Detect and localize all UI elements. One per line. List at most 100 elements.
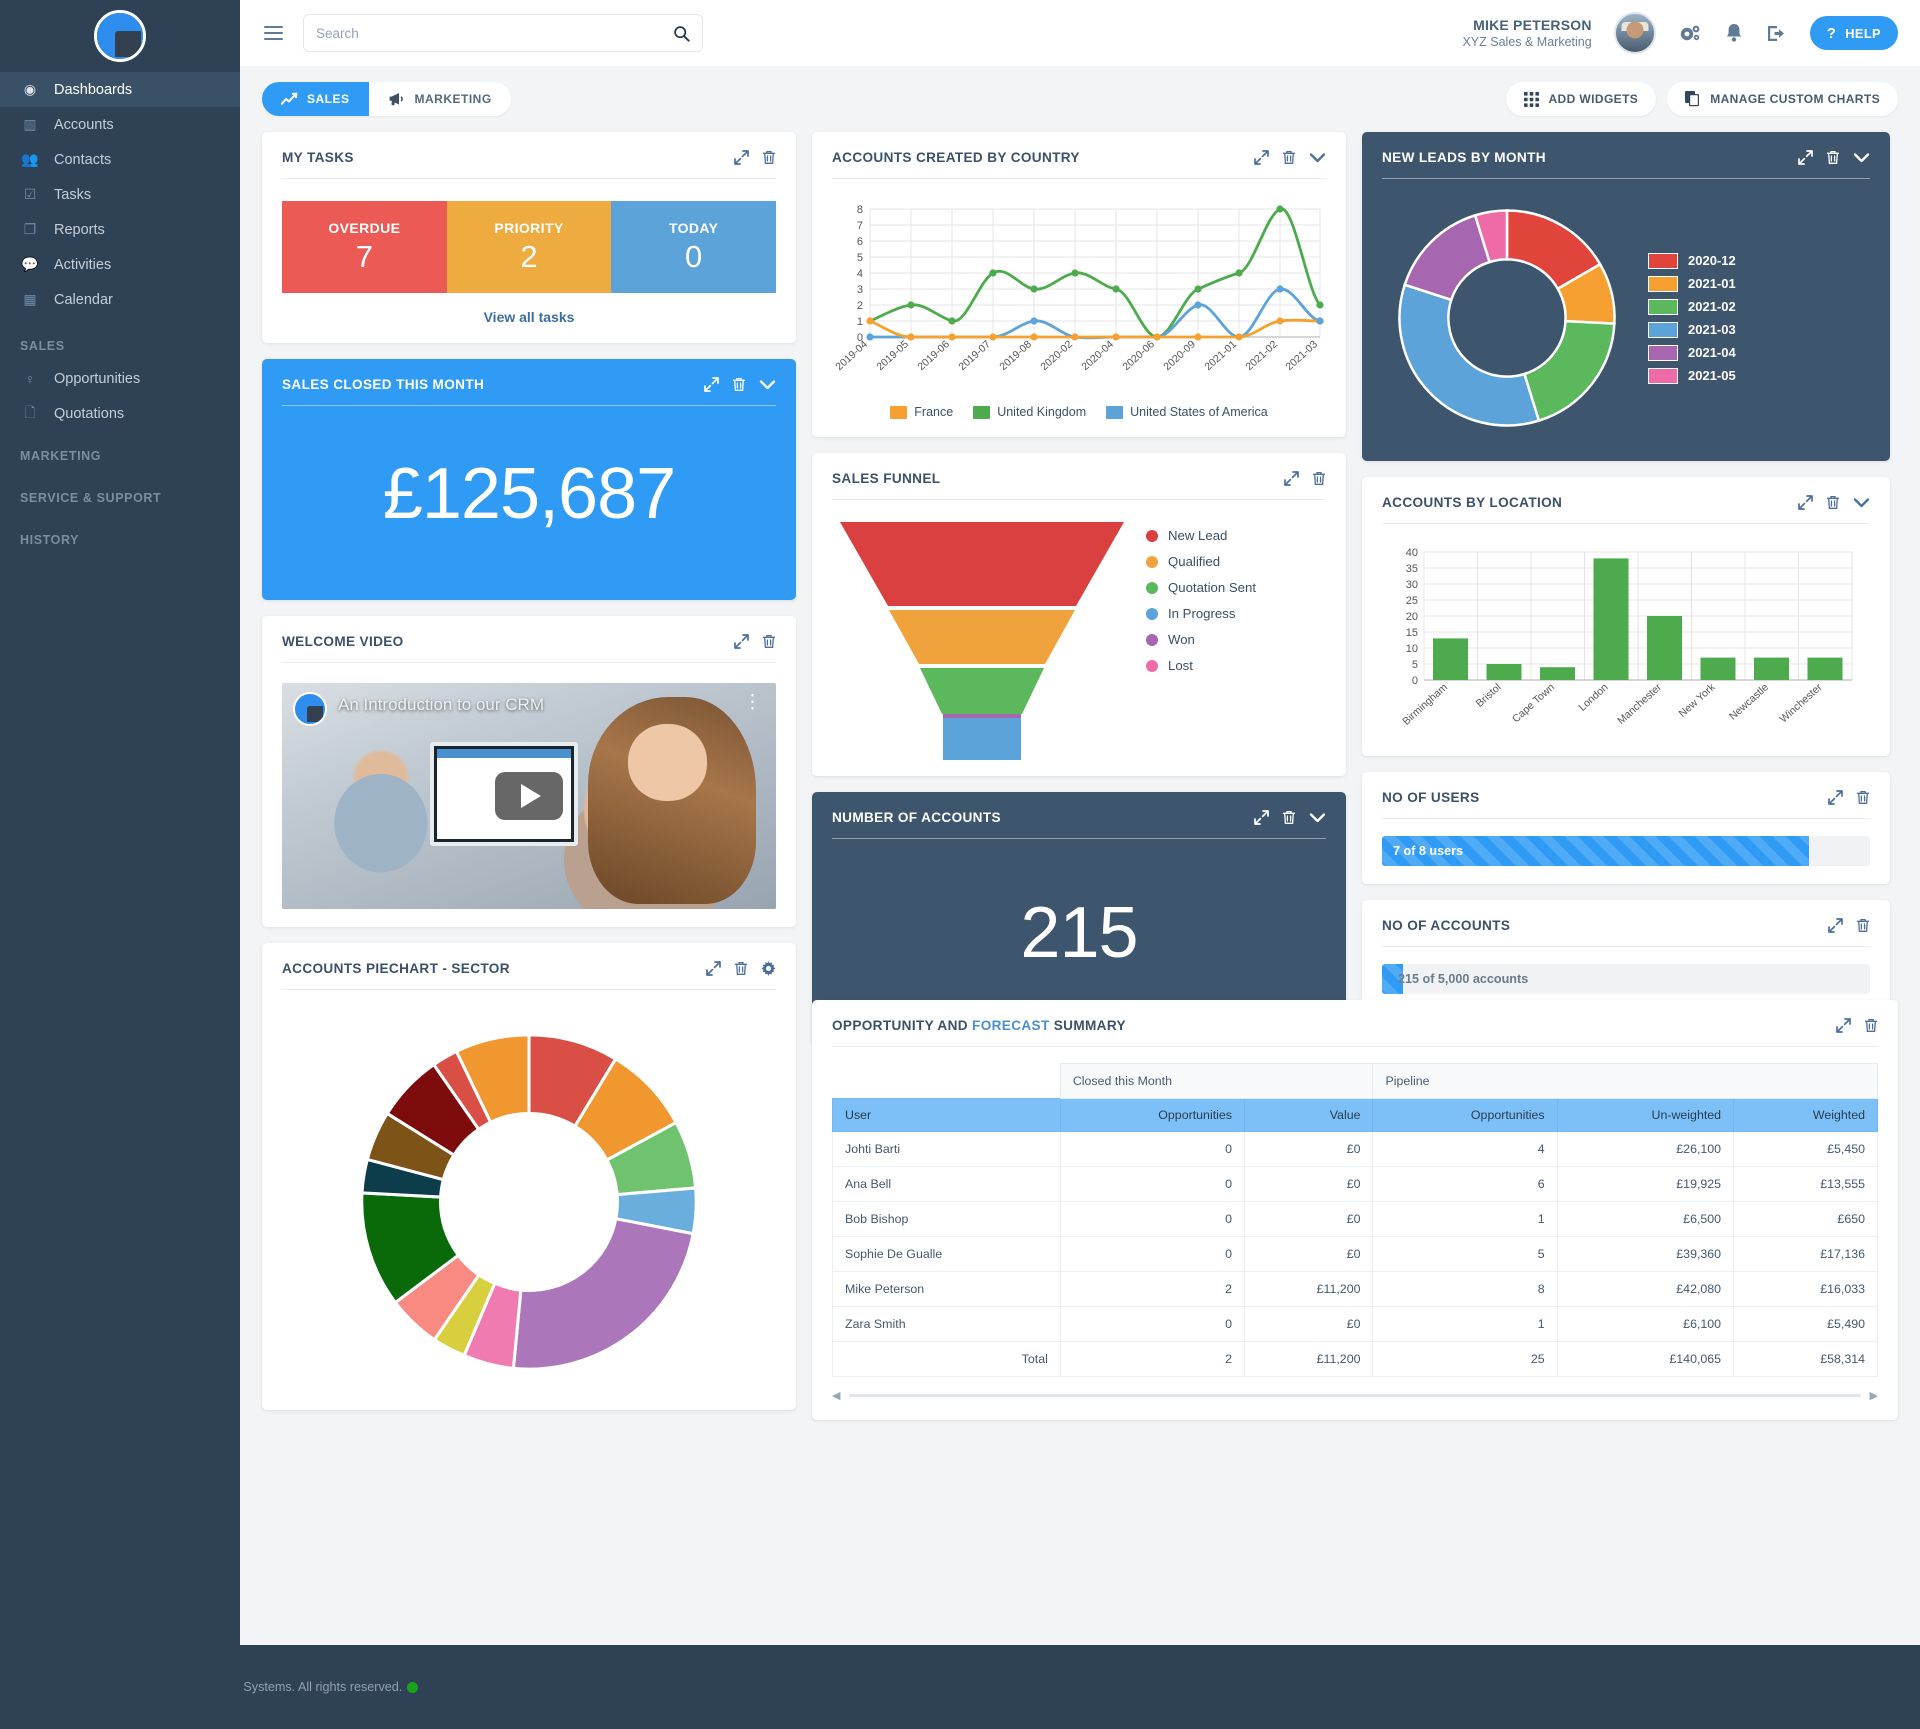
sidebar-item-calendar[interactable]: ▦ Calendar: [0, 282, 240, 317]
expand-icon[interactable]: [1254, 150, 1269, 165]
expand-icon[interactable]: [1828, 918, 1843, 933]
tab-marketing[interactable]: MARKETING: [369, 82, 511, 116]
hamburger-menu-icon[interactable]: [258, 22, 289, 45]
expand-icon[interactable]: [1254, 810, 1269, 825]
delete-icon[interactable]: [1856, 790, 1870, 805]
column-header-pipeline-opportunities[interactable]: Opportunities: [1372, 1098, 1558, 1132]
task-box-overdue[interactable]: OVERDUE 7: [282, 201, 447, 293]
delete-icon[interactable]: [1826, 150, 1840, 165]
search-box[interactable]: [303, 14, 703, 52]
table-horizontal-scrollbar[interactable]: ◀ ▶: [832, 1389, 1878, 1402]
expand-icon[interactable]: [1798, 150, 1813, 165]
legend-item[interactable]: Won: [1146, 632, 1256, 647]
task-box-priority[interactable]: PRIORITY 2: [446, 201, 612, 293]
video-menu-icon[interactable]: ⋮: [743, 693, 762, 712]
delete-icon[interactable]: [1864, 1018, 1878, 1033]
column-header-weighted[interactable]: Weighted: [1733, 1098, 1878, 1132]
gear-icon[interactable]: [1678, 22, 1702, 45]
table-row[interactable]: Mike Peterson 2 £11,200 8 £42,080 £16,03…: [832, 1271, 1878, 1307]
legend-item[interactable]: 2021-02: [1648, 298, 1736, 315]
legend-item[interactable]: Lost: [1146, 658, 1256, 673]
table-row[interactable]: Zara Smith 0 £0 1 £6,100 £5,490: [832, 1306, 1878, 1342]
table-row[interactable]: Ana Bell 0 £0 6 £19,925 £13,555: [832, 1166, 1878, 1202]
avatar[interactable]: [1613, 12, 1656, 54]
delete-icon[interactable]: [762, 634, 776, 649]
delete-icon[interactable]: [1282, 150, 1296, 165]
chevron-down-icon[interactable]: [1309, 812, 1326, 824]
manage-custom-charts-button[interactable]: MANAGE CUSTOM CHARTS: [1667, 82, 1898, 116]
column-header-unweighted[interactable]: Un-weighted: [1556, 1098, 1735, 1132]
delete-icon[interactable]: [732, 377, 746, 392]
expand-icon[interactable]: [1798, 495, 1813, 510]
chevron-down-icon[interactable]: [1853, 497, 1870, 509]
search-icon[interactable]: [673, 25, 690, 42]
table-row[interactable]: Sophie De Gualle 0 £0 5 £39,360 £17,136: [832, 1236, 1878, 1272]
search-input[interactable]: [316, 25, 673, 41]
chevron-down-icon[interactable]: [759, 379, 776, 391]
column-header-closed-opportunities[interactable]: Opportunities: [1059, 1098, 1245, 1132]
view-all-tasks-link[interactable]: View all tasks: [282, 309, 776, 325]
sidebar-item-contacts[interactable]: 👥 Contacts: [0, 142, 240, 177]
legend-item[interactable]: 2021-01: [1648, 275, 1736, 292]
sidebar-item-dashboards[interactable]: ◉ Dashboards: [0, 72, 240, 107]
table-row[interactable]: Bob Bishop 0 £0 1 £6,500 £650: [832, 1201, 1878, 1237]
logout-icon[interactable]: [1766, 23, 1788, 44]
expand-icon[interactable]: [706, 961, 721, 976]
settings-gear-icon[interactable]: [761, 961, 776, 976]
legend-item[interactable]: In Progress: [1146, 606, 1256, 621]
video-player[interactable]: An Introduction to our CRM ⋮: [282, 683, 776, 909]
column-header-value[interactable]: Value: [1243, 1098, 1374, 1132]
legend-item[interactable]: 2021-04: [1648, 344, 1736, 361]
legend-item[interactable]: Qualified: [1146, 554, 1256, 569]
logo-container[interactable]: [0, 0, 240, 72]
sidebar-item-activities[interactable]: 💬 Activities: [0, 247, 240, 282]
scrollbar-track[interactable]: [849, 1394, 1861, 1397]
legend-item[interactable]: 2020-12: [1648, 252, 1736, 269]
chevron-down-icon[interactable]: [1309, 152, 1326, 164]
sidebar-item-tasks[interactable]: ☑ Tasks: [0, 177, 240, 212]
widget-new-leads-by-month: NEW LEADS BY MONTH 2020-12 2021-01 2021-…: [1362, 132, 1890, 461]
delete-icon[interactable]: [734, 961, 748, 976]
task-box-today[interactable]: TODAY 0: [611, 201, 777, 293]
sidebar-item-accounts[interactable]: ▥ Accounts: [0, 107, 240, 142]
table-row[interactable]: Johti Barti 0 £0 4 £26,100 £5,450: [832, 1131, 1878, 1167]
expand-icon[interactable]: [704, 377, 719, 392]
sidebar-section-history[interactable]: HISTORY: [0, 515, 240, 557]
expand-icon[interactable]: [734, 150, 749, 165]
delete-icon[interactable]: [1312, 471, 1326, 486]
expand-icon[interactable]: [734, 634, 749, 649]
delete-icon[interactable]: [1282, 810, 1296, 825]
scroll-left-icon[interactable]: ◀: [832, 1389, 840, 1402]
column-header-user[interactable]: User: [832, 1098, 1061, 1132]
expand-icon[interactable]: [1284, 471, 1299, 486]
legend-item[interactable]: 2021-03: [1648, 321, 1736, 338]
legend-item[interactable]: Quotation Sent: [1146, 580, 1256, 595]
help-label: HELP: [1845, 25, 1881, 41]
help-button[interactable]: ? HELP: [1809, 16, 1898, 50]
scroll-right-icon[interactable]: ▶: [1870, 1389, 1878, 1402]
add-widgets-button[interactable]: ADD WIDGETS: [1506, 82, 1657, 116]
tab-sales[interactable]: SALES: [262, 82, 369, 116]
legend-item[interactable]: 2021-05: [1648, 367, 1736, 384]
expand-icon[interactable]: [1836, 1018, 1851, 1033]
sidebar-item-quotations[interactable]: 🗋 Quotations: [0, 396, 240, 431]
legend-item[interactable]: United Kingdom: [973, 405, 1086, 419]
legend-item[interactable]: United States of America: [1106, 405, 1268, 419]
sidebar-item-reports[interactable]: ❐ Reports: [0, 212, 240, 247]
user-info[interactable]: MIKE PETERSON XYZ Sales & Marketing: [1462, 16, 1591, 51]
sidebar-section-service-support[interactable]: SERVICE & SUPPORT: [0, 473, 240, 515]
delete-icon[interactable]: [1826, 495, 1840, 510]
bell-icon[interactable]: [1724, 22, 1744, 44]
svg-text:2019-05: 2019-05: [874, 338, 911, 373]
sidebar-item-opportunities[interactable]: ♀ Opportunities: [0, 361, 240, 396]
delete-icon[interactable]: [1856, 918, 1870, 933]
legend-item[interactable]: New Lead: [1146, 528, 1256, 543]
play-button-icon[interactable]: [495, 772, 563, 820]
chevron-down-icon[interactable]: [1853, 152, 1870, 164]
legend-item[interactable]: France: [890, 405, 953, 419]
cell-weighted: £16,033: [1733, 1271, 1878, 1307]
expand-icon[interactable]: [1828, 790, 1843, 805]
forecast-table-scroll[interactable]: Closed this Month Pipeline User Opportun…: [832, 1063, 1878, 1402]
delete-icon[interactable]: [762, 150, 776, 165]
sidebar-section-marketing[interactable]: MARKETING: [0, 431, 240, 473]
